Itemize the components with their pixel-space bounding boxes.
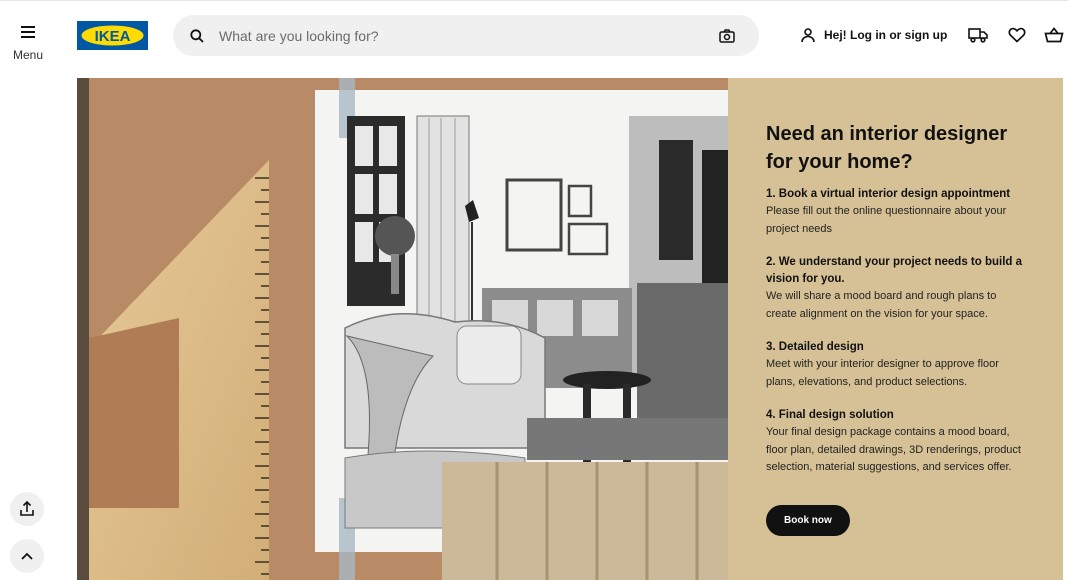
login-link[interactable]: Hej! Log in or sign up: [800, 24, 947, 46]
promo-step: 1. Book a virtual interior design appoin…: [766, 186, 1025, 238]
wishlist-button[interactable]: [1006, 24, 1028, 46]
hero-illustration: [77, 78, 728, 580]
search-input[interactable]: [219, 27, 719, 44]
shopping-bag-icon: [1044, 27, 1064, 43]
interior-design-promo: Need an interior designer for your home?…: [728, 78, 1063, 580]
delivery-truck-icon: [968, 28, 988, 43]
delivery-button[interactable]: [967, 24, 989, 46]
promo-step: 3. Detailed design Meet with your interi…: [766, 339, 1025, 391]
step-title: 1. Book a virtual interior design appoin…: [766, 188, 1011, 200]
visual-search-button[interactable]: [719, 28, 735, 43]
step-description: Meet with your interior designer to appr…: [766, 358, 999, 388]
step-description: We will share a mood board and rough pla…: [766, 290, 997, 320]
step-description: Please fill out the online questionnaire…: [766, 205, 1007, 235]
user-icon: [801, 28, 815, 43]
menu-label: Menu: [12, 48, 44, 62]
ikea-logo[interactable]: IKEA: [77, 21, 148, 50]
ikea-logo-mark: IKEA: [77, 21, 148, 50]
step-description: Your final design package contains a moo…: [766, 426, 1021, 473]
login-label: Hej! Log in or sign up: [824, 28, 948, 42]
chevron-up-icon: [21, 552, 33, 560]
hero-image: [77, 78, 728, 580]
menu-button[interactable]: Menu: [8, 26, 48, 72]
search-bar[interactable]: [173, 15, 759, 56]
step-title: 4. Final design solution: [766, 409, 894, 421]
promo-title: Need an interior designer for your home?: [766, 123, 1008, 173]
scroll-top-button[interactable]: [10, 539, 44, 573]
heart-icon: [1008, 27, 1026, 43]
search-icon: [190, 28, 204, 43]
promo-step: 4. Final design solution Your final desi…: [766, 407, 1025, 477]
share-icon: [20, 500, 34, 516]
svg-text:IKEA: IKEA: [95, 28, 131, 45]
cart-button[interactable]: [1043, 24, 1065, 46]
hamburger-icon: [21, 26, 35, 38]
step-title: 3. Detailed design: [766, 341, 864, 353]
camera-icon: [719, 28, 735, 43]
promo-step: 2. We understand your project needs to b…: [766, 254, 1025, 323]
left-rail: Menu: [0, 0, 56, 580]
step-title: 2. We understand your project needs to b…: [766, 256, 1023, 285]
book-now-button[interactable]: Book now: [766, 504, 850, 536]
top-divider: [0, 0, 1068, 1]
share-button[interactable]: [10, 492, 44, 526]
